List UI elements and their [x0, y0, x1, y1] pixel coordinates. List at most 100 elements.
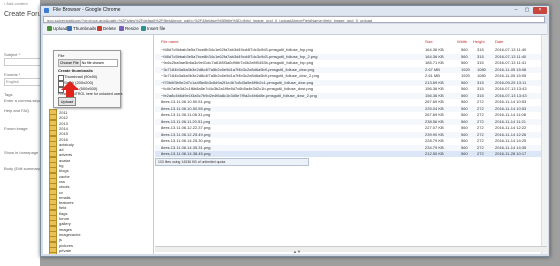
- breadcrumb[interactable]: › Add content: [4, 1, 28, 6]
- date-cell: 2016-09-25 13:11: [495, 79, 527, 85]
- title-bar[interactable]: File Browser - Google Chrome – ▢ ×: [41, 6, 549, 15]
- forums-select[interactable]: English: [4, 78, 43, 86]
- table-row[interactable]: 8ees.13.11.06.10.50.51.png 267.69 KB 560 27…: [155, 99, 547, 105]
- table-row[interactable]: 8ees.13.11.06.14.25.30.png 228.79 KB 560 27…: [155, 138, 547, 144]
- height-cell: 315: [477, 86, 484, 91]
- height-cell: 1080: [477, 66, 486, 72]
- table-row[interactable]: 8ees.13.11.06.11.20.51.png 238.56 KB 560 27…: [155, 118, 547, 125]
- resize-grip-icon[interactable]: ▲▼: [293, 249, 301, 254]
- tags-label: Tags: [4, 92, 13, 97]
- table-row[interactable]: ~9c6c2ba9ae5b6a3c9e01dc7a61f8f3a0d96b7c6…: [155, 60, 547, 66]
- table-row[interactable]: ~3c7184b3a5a0b3e2d8c4f7a5b2c6e9d1a7f4b3c…: [155, 66, 547, 73]
- table-row[interactable]: 8ees.13.11.06.14.38.45.png 212.50 KB 560 27…: [155, 151, 547, 157]
- maximize-button[interactable]: ▢: [522, 7, 532, 14]
- height-cell: 272: [477, 118, 484, 124]
- height-cell: 315: [477, 53, 484, 59]
- size-cell: 234.79 KB: [425, 144, 444, 150]
- thumb-option-1: Thumbnail (90x90): [64, 74, 98, 79]
- help-link[interactable]: Help and FAQ: [4, 108, 29, 113]
- file-name-cell: ~9c6c2ba9ae5b6a3c9e01dc7a61f8f3a0d96b7c6…: [161, 60, 314, 65]
- size-cell: 156.36 KB: [425, 86, 444, 91]
- insert-file-icon: [141, 26, 146, 31]
- table-row[interactable]: 8ees.13.11.06.11.08.31.png 267.69 KB 560 27…: [155, 112, 547, 118]
- thumbnails-tool[interactable]: Thumbnails: [67, 26, 96, 32]
- width-cell: 560: [461, 99, 468, 104]
- vertical-scrollbar[interactable]: [541, 35, 548, 254]
- thumbnails-icon: [67, 26, 72, 31]
- height-cell: 1080: [477, 73, 486, 78]
- height-cell: 272: [477, 105, 484, 111]
- folder-item[interactable]: styles: [49, 252, 69, 254]
- width-cell: 560: [461, 131, 468, 137]
- file-name-cell: ~f48d7c5bbab3e5a7bce8b34c1e62fa7ab3d49cd…: [161, 53, 318, 59]
- minimize-button[interactable]: –: [511, 7, 521, 14]
- width-cell: 560: [461, 105, 468, 111]
- address-bar[interactable]: goo.solverstaticom/?m=imce-app&path=%2Fs…: [43, 16, 545, 23]
- file-list: File name Size Width Height Date ~f48d7c…: [155, 35, 547, 254]
- folder-label: styles: [59, 253, 69, 254]
- file-name-cell: ~fe2a8c4b6d9e1f3a5c7b9d2e4f6a8c1b3d5e7f9…: [161, 92, 317, 98]
- table-row[interactable]: ~f48d7c5bbab3e5a7bce8b34c1e62fa7ab3d49cd…: [155, 47, 547, 53]
- table-row[interactable]: ~fe2a8c4b6d9e1f3a5c7b9d2e4f6a8c1b3d5e7f9…: [155, 92, 547, 99]
- col-height[interactable]: Height: [473, 39, 485, 45]
- table-row[interactable]: 8ees.13.11.06.14.35.31.png 234.79 KB 560 27…: [155, 144, 547, 151]
- resize-tool[interactable]: Resize: [119, 26, 139, 32]
- col-file-name[interactable]: File name: [161, 39, 179, 45]
- file-input[interactable]: Choose File No file chosen: [58, 59, 118, 67]
- date-cell: 2016-07-13 11:41: [495, 60, 527, 65]
- size-cell: 228.79 KB: [425, 138, 444, 143]
- height-cell: 272: [477, 99, 484, 104]
- size-cell: 212.50 KB: [425, 151, 444, 156]
- file-name-cell: ~f48d7c5bbab3e5a7bce8b34c1e62fa7ab3d49cd…: [161, 47, 314, 52]
- body-summary-link[interactable]: Body (Edit summary): [4, 166, 41, 171]
- imce-content: 2011 2012 2013 2014 2015 2016 actstudy ad advert…: [43, 35, 548, 254]
- width-cell: 560: [461, 112, 468, 117]
- size-cell: 239.90 KB: [425, 131, 444, 137]
- table-row[interactable]: ~f70b6f3b9e2d7c1a4f5e8b3c6d9a2f1e4b7c8d3…: [155, 79, 547, 86]
- width-cell: 560: [461, 79, 468, 85]
- width-cell: 560: [461, 92, 468, 98]
- width-cell: 560: [461, 60, 468, 65]
- upload-tool[interactable]: Upload: [47, 26, 67, 32]
- width-cell: 560: [461, 138, 468, 143]
- horizontal-scrollbar[interactable]: [155, 246, 547, 252]
- table-row[interactable]: ~f48d7c5bbab3e5a7bce8b34c1e62fa7ab3d49cd…: [155, 53, 547, 60]
- width-cell: 1920: [461, 66, 470, 72]
- close-button[interactable]: ×: [533, 7, 547, 14]
- choose-file-button[interactable]: Choose File: [59, 60, 81, 66]
- file-name-cell: ~3c7184b3a5a0b3e2d8c4f7a5b2c6e9d1a7f4b3c…: [161, 66, 315, 72]
- insert-file-tool[interactable]: Insert file: [141, 26, 165, 32]
- table-row[interactable]: 8ees.13.11.06.12.22.37.png 227.07 KB 560 27…: [155, 125, 547, 131]
- file-name-cell: 8ees.13.11.06.12.22.37.png: [161, 125, 211, 130]
- size-cell: 2.67 MB: [425, 66, 440, 72]
- table-row[interactable]: ~3c7184b3a5a0b3e2d8c4f7a5b2c6e9d1a7f4b3c…: [155, 73, 547, 79]
- file-name-cell: 8ees.13.11.06.10.50.51.png: [161, 99, 211, 104]
- resize-icon: [119, 26, 124, 31]
- folder-label: imagecache: [59, 231, 81, 237]
- table-row[interactable]: 8ees.13.11.06.10.50.55.png 225.04 KB 560 27…: [155, 105, 547, 112]
- width-cell: 1920: [461, 73, 470, 78]
- tags-placeholder: Enter a comma-separated list of words to…: [4, 98, 40, 103]
- size-cell: 156.36 KB: [425, 92, 444, 98]
- table-row[interactable]: ~fc4b7a9e3d2c1f6b8a5e7d4c3b2a1f9e8d7c6b5…: [155, 86, 547, 92]
- promote-label: Show in homepage: [4, 150, 39, 155]
- size-cell: 213.69 KB: [425, 79, 444, 85]
- file-name-cell: 8ees.13.11.06.14.38.45.png: [161, 151, 211, 156]
- date-cell: 2016-11-14 14:35: [495, 144, 527, 150]
- col-size[interactable]: Size: [425, 39, 433, 45]
- upload-button[interactable]: Upload: [58, 97, 76, 106]
- subject-field[interactable]: [4, 58, 43, 66]
- width-cell: 560: [461, 47, 468, 52]
- date-cell: 2016-11-05 15:05: [495, 73, 527, 78]
- table-row[interactable]: 8ees.13.11.06.12.25.49.png 239.90 KB 560 27…: [155, 131, 547, 138]
- file-list-header: File name Size Width Height Date: [155, 39, 547, 45]
- no-file-text: No file chosen: [81, 61, 104, 65]
- col-date[interactable]: Date: [495, 39, 503, 45]
- height-cell: 315: [477, 60, 484, 65]
- col-width[interactable]: Width: [457, 39, 467, 45]
- size-cell: 164.36 KB: [425, 47, 444, 52]
- date-cell: 2016-07-13 13:43: [495, 86, 527, 91]
- file-name-cell: 8ees.13.11.06.14.25.30.png: [161, 138, 211, 143]
- date-cell: 2016-11-14 11:21: [495, 118, 526, 124]
- delete-tool[interactable]: Delete: [97, 26, 116, 32]
